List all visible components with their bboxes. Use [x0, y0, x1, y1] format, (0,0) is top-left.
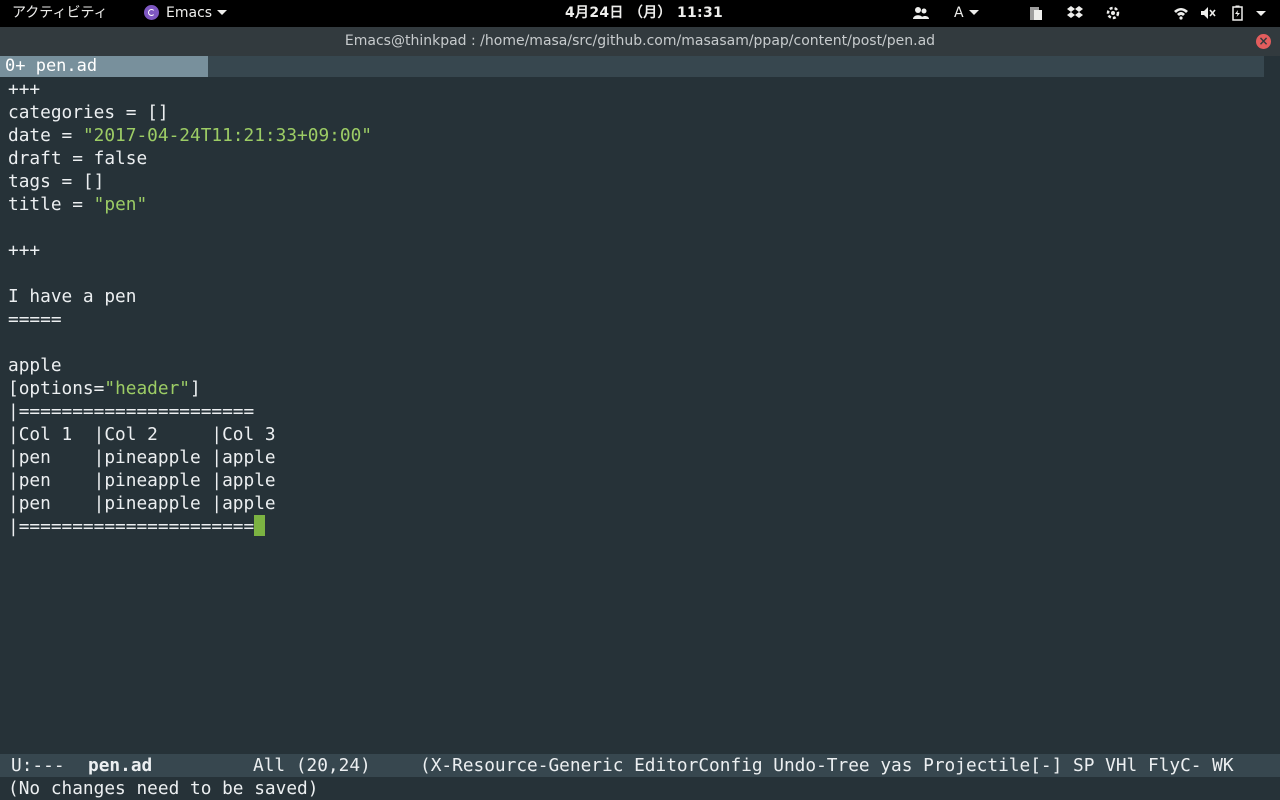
chevron-down-icon [968, 10, 979, 15]
clipboard-icon[interactable] [1028, 5, 1044, 21]
buffer-line[interactable]: +++ [8, 239, 40, 262]
mode-line[interactable]: U:--- pen.ad All (20,24) (X-Resource-Gen… [0, 754, 1280, 777]
wifi-icon[interactable] [1173, 5, 1189, 21]
tab-label: 0+ pen.ad [5, 56, 98, 76]
text-segment: apple [8, 355, 62, 376]
system-top-bar: アクティビティ Emacs 4月24日 （月） 11:31 A [0, 0, 1280, 27]
buffer-line[interactable]: |pen |pineapple |apple [8, 446, 276, 469]
chevron-down-icon [217, 10, 228, 15]
volume-muted-icon[interactable] [1200, 5, 1216, 21]
string-literal: "pen" [93, 194, 148, 215]
tab-bar: 0+ pen.ad [0, 56, 1264, 77]
buffer-line[interactable]: draft = false [8, 147, 147, 170]
text-segment: ===== [8, 309, 62, 330]
buffer-status: U:--- [11, 755, 65, 776]
buffer-line[interactable]: |====================== [8, 515, 266, 538]
activities-button[interactable]: アクティビティ [12, 0, 108, 27]
echo-area: (No changes need to be saved) [8, 778, 319, 799]
close-window-button[interactable]: × [1256, 34, 1271, 49]
buffer-name[interactable]: pen.ad [88, 754, 152, 777]
buffer-line[interactable]: date = "2017-04-24T11:21:33+09:00" [8, 124, 372, 147]
dropbox-icon[interactable] [1067, 5, 1083, 21]
buffer-line[interactable]: |pen |pineapple |apple [8, 469, 276, 492]
input-method-menu[interactable]: A [954, 0, 979, 27]
text-segment: I have a pen [8, 286, 137, 307]
text-segment: |====================== [8, 516, 255, 537]
app-menu-label: Emacs [166, 5, 213, 21]
buffer-line[interactable]: apple [8, 354, 62, 377]
text-segment: [options= [8, 378, 105, 399]
text-segment: |pen |pineapple |apple [8, 493, 276, 514]
text-segment: +++ [8, 79, 41, 100]
text-segment: tags = [] [8, 171, 105, 192]
string-literal: "header" [104, 378, 191, 399]
text-segment: ] [190, 378, 201, 399]
system-menu-caret-icon[interactable] [1253, 5, 1269, 21]
settings-icon[interactable] [1105, 5, 1121, 21]
minor-modes[interactable]: (X-Resource-Generic EditorConfig Undo-Tr… [420, 754, 1234, 777]
buffer-line[interactable]: ===== [8, 308, 62, 331]
app-menu[interactable]: Emacs [144, 0, 228, 27]
editor-buffer[interactable]: +++ categories = [] date = "2017-04-24T11:… [8, 78, 1264, 753]
text-segment: |Col 1 |Col 2 |Col 3 [8, 424, 276, 445]
clock[interactable]: 4月24日 （月） 11:31 [565, 0, 723, 27]
text-segment: +++ [8, 240, 41, 261]
text-segment: date = [8, 125, 83, 146]
text-segment: |====================== [8, 401, 255, 422]
input-method-label: A [954, 5, 964, 21]
buffer-line[interactable]: +++ [8, 78, 40, 101]
text-segment: draft = false [8, 148, 148, 169]
window-title-bar[interactable]: Emacs@thinkpad : /home/masa/src/github.c… [0, 27, 1280, 56]
people-icon[interactable] [913, 5, 929, 21]
cursor-position: All (20,24) [253, 755, 371, 776]
buffer-line[interactable]: categories = [] [8, 101, 169, 124]
text-segment: |pen |pineapple |apple [8, 470, 276, 491]
buffer-line[interactable]: title = "pen" [8, 193, 147, 216]
text-cursor [254, 515, 266, 536]
string-literal: "2017-04-24T11:21:33+09:00" [82, 125, 372, 146]
buffer-line[interactable]: |====================== [8, 400, 254, 423]
buffer-line[interactable]: tags = [] [8, 170, 104, 193]
text-segment: title = [8, 194, 94, 215]
battery-icon[interactable] [1229, 5, 1245, 21]
buffer-line[interactable]: |pen |pineapple |apple [8, 492, 276, 515]
tab-pen-ad[interactable]: 0+ pen.ad [0, 56, 208, 77]
window-title: Emacs@thinkpad : /home/masa/src/github.c… [344, 33, 936, 49]
buffer-line[interactable]: I have a pen [8, 285, 136, 308]
buffer-line[interactable]: |Col 1 |Col 2 |Col 3 [8, 423, 276, 446]
close-icon: × [1258, 34, 1269, 48]
text-segment: categories = [] [8, 102, 169, 123]
emacs-icon [144, 5, 159, 20]
text-segment: |pen |pineapple |apple [8, 447, 276, 468]
buffer-line[interactable]: [options="header"] [8, 377, 201, 400]
